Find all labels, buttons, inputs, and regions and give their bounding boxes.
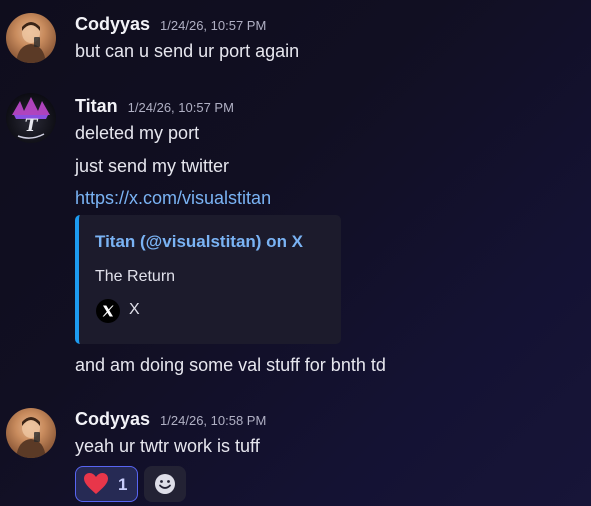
username[interactable]: Codyyas [75, 409, 150, 430]
x-logo-icon [96, 299, 120, 323]
embed-title[interactable]: Titan (@visualstitan) on X [95, 232, 303, 252]
smiley-icon [155, 474, 175, 494]
message-text: but can u send ur port again [75, 41, 300, 61]
timestamp[interactable]: 1/24/26, 10:57 PM [128, 100, 234, 115]
avatar-photo-icon [16, 22, 46, 63]
message-header: Titan 1/24/26, 10:57 PM [75, 96, 234, 118]
message-text: yeah ur twtr work is tuff [75, 436, 260, 456]
avatar-logo-icon: T [12, 97, 50, 139]
add-reaction-button[interactable] [144, 466, 186, 502]
avatar[interactable] [6, 13, 56, 63]
message-header: Codyyas 1/24/26, 10:58 PM [75, 409, 266, 431]
message-link[interactable]: https://x.com/visualstitan [75, 188, 271, 209]
embed-description: The Return [95, 268, 176, 285]
embed-footer-text: X [129, 301, 140, 318]
reaction-heart[interactable]: 1 [75, 466, 138, 502]
message-text: deleted my port [75, 123, 200, 143]
username[interactable]: Codyyas [75, 14, 150, 35]
timestamp[interactable]: 1/24/26, 10:57 PM [160, 18, 266, 33]
svg-text:T: T [25, 116, 39, 136]
avatar-photo-icon [16, 417, 46, 458]
link-embed: Titan (@visualstitan) on X The Return X [75, 215, 341, 344]
avatar[interactable] [6, 408, 56, 458]
message-header: Codyyas 1/24/26, 10:57 PM [75, 14, 266, 36]
message-text: just send my twitter [75, 156, 230, 176]
username[interactable]: Titan [75, 96, 118, 117]
avatar[interactable]: T [6, 93, 56, 143]
reaction-count: 1 [118, 475, 128, 494]
timestamp[interactable]: 1/24/26, 10:58 PM [160, 413, 266, 428]
heart-icon [84, 473, 108, 494]
message-text: and am doing some val stuff for bnth td [75, 355, 386, 375]
